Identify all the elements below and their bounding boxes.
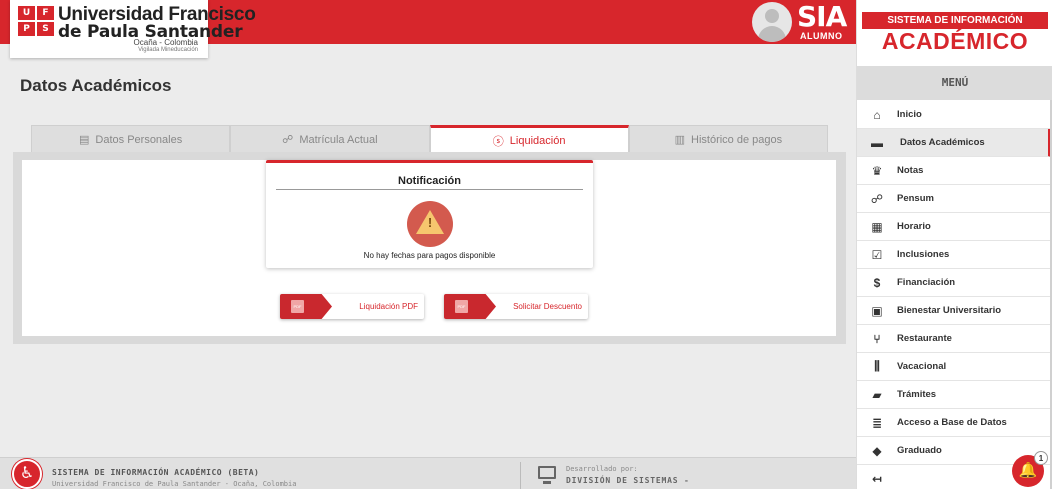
tab-label: Datos Personales: [95, 133, 183, 146]
tab-bar: ▤ Datos Personales ☍ Matrícula Actual ⓢ …: [31, 125, 828, 153]
notification-count-badge: 1: [1034, 451, 1048, 465]
warning-glyph: !: [427, 215, 433, 230]
database-icon: ≣: [871, 415, 883, 430]
sidebar-item-label: Pensum: [897, 193, 934, 204]
sidebar-item-label: Graduado: [897, 445, 942, 456]
sidebar-menu-list: ⌂ Inicio ▬ Datos Académicos ♛ Notas ☍ Pensum…: [857, 101, 1051, 489]
tab-matricula-actual[interactable]: ☍ Matrícula Actual: [230, 125, 430, 153]
logo-letter: F: [37, 6, 54, 20]
sidebar-item-label: Inicio: [897, 109, 922, 120]
sidebar-item-notas[interactable]: ♛ Notas: [857, 157, 1051, 185]
liquidacion-pdf-button[interactable]: PDF Liquidación PDF: [280, 294, 424, 319]
university-logo[interactable]: U F P S Universidad Francisco de Paula S…: [10, 0, 256, 58]
graduation-cap-icon: ◆: [872, 443, 882, 458]
sidebar-item-datos-academicos[interactable]: ▬ Datos Académicos: [857, 129, 1051, 157]
home-icon: ⌂: [873, 107, 881, 122]
button-label: Liquidación PDF: [359, 302, 418, 311]
sidebar-item-label: Inclusiones: [897, 249, 950, 260]
sidebar-item-label: Financiación: [897, 277, 956, 288]
logo-letter: S: [37, 22, 54, 36]
check-square-icon: ☑: [871, 247, 883, 262]
books-icon: ⫼: [874, 359, 880, 373]
notification-divider: [276, 189, 583, 190]
footer-title: SISTEMA DE INFORMACIÓN ACADÉMICO (BETA): [52, 468, 260, 477]
logo-vigilada: Vigilada Mineducación: [138, 47, 198, 53]
notification-card: Notificación ! No hay fechas para pagos …: [266, 160, 593, 268]
button-label: Solicitar Descuento: [513, 302, 582, 311]
dollar-circle-icon: ⓢ: [492, 135, 504, 148]
sidebar-item-label: Notas: [897, 165, 924, 176]
warning-icon: !: [407, 201, 453, 247]
logo-letter: U: [18, 6, 35, 20]
avatar-head: [765, 9, 779, 23]
footer-developed-by: Desarrollado por:: [566, 465, 638, 473]
footer-subtitle: Universidad Francisco de Paula Santander…: [52, 480, 297, 488]
tab-label: Liquidación: [509, 134, 566, 147]
sidebar-heading-big: ACADÉMICO: [881, 28, 1029, 54]
tab-label: Matrícula Actual: [299, 133, 378, 146]
sidebar-header: SISTEMA DE INFORMACIÓN ACADÉMICO: [857, 0, 1052, 66]
sidebar-item-pensum[interactable]: ☍ Pensum: [857, 185, 1051, 213]
sidebar-item-horario[interactable]: ▦ Horario: [857, 213, 1051, 241]
sidebar-item-label: Restaurante: [897, 333, 952, 344]
sidebar-item-inclusiones[interactable]: ☑ Inclusiones: [857, 241, 1051, 269]
logo-letter: P: [18, 22, 35, 36]
dollar-circle-icon: $: [873, 275, 881, 290]
accessibility-icon[interactable]: ♿: [12, 459, 42, 489]
folder-icon: ▰: [872, 387, 882, 402]
chart-icon: ▥: [674, 134, 686, 146]
calendar-icon: ▦: [871, 219, 883, 234]
sidebar-item-label: Trámites: [897, 389, 937, 400]
sidebar-item-label: Vacacional: [897, 361, 947, 372]
utensils-icon: ⑂: [873, 331, 881, 346]
card-icon: ▬: [871, 135, 883, 150]
notification-title: Notificación: [398, 175, 461, 187]
sidebar-menu-label: MENÚ: [857, 66, 1052, 100]
sitemap-icon: ☍: [870, 191, 884, 206]
avatar-body: [758, 26, 786, 42]
trophy-icon: ♛: [871, 163, 883, 178]
sidebar: SISTEMA DE INFORMACIÓN ACADÉMICO MENÚ ⌂ I…: [856, 0, 1052, 489]
sidebar-item-label: Datos Académicos: [900, 137, 985, 148]
sia-logo-title: SIA: [797, 0, 847, 33]
monitor-base: [543, 481, 551, 484]
tab-historico-pagos[interactable]: ▥ Histórico de pagos: [628, 125, 828, 153]
sidebar-item-label: Horario: [897, 221, 931, 232]
pdf-icon: PDF: [291, 300, 304, 313]
sidebar-item-bienestar[interactable]: ▣ Bienestar Universitario: [857, 297, 1051, 325]
sidebar-item-restaurante[interactable]: ⑂ Restaurante: [857, 325, 1051, 353]
briefcase-icon: ▣: [871, 303, 883, 318]
tab-liquidacion[interactable]: ⓢ Liquidación: [429, 125, 629, 153]
logout-icon: ↤: [871, 471, 883, 486]
footer-developer-name: DIVISIÓN DE SISTEMAS -: [566, 476, 690, 485]
sidebar-item-label: Acceso a Base de Datos: [897, 417, 1007, 428]
logo-location: Ocaña - Colombia: [133, 38, 198, 47]
button-flag: [280, 294, 332, 319]
button-flag: [444, 294, 496, 319]
sidebar-item-tramites[interactable]: ▰ Trámites: [857, 381, 1051, 409]
id-card-icon: ▤: [79, 134, 90, 146]
sidebar-item-base-datos[interactable]: ≣ Acceso a Base de Datos: [857, 409, 1051, 437]
page-title: Datos Académicos: [20, 76, 172, 95]
sidebar-item-inicio[interactable]: ⌂ Inicio: [857, 101, 1051, 129]
monitor-icon: [538, 466, 556, 479]
footer-divider: [520, 462, 521, 489]
ufps-logo-icon: U F P S: [18, 6, 54, 36]
sia-logo-subtitle: ALUMNO: [800, 31, 843, 41]
sidebar-item-label: Bienestar Universitario: [897, 305, 1002, 316]
pdf-icon: PDF: [455, 300, 468, 313]
user-avatar-icon[interactable]: [752, 2, 792, 42]
sidebar-heading-small: SISTEMA DE INFORMACIÓN: [862, 12, 1048, 29]
sidebar-item-financiacion[interactable]: $ Financiación: [857, 269, 1051, 297]
notification-message: No hay fechas para pagos disponible: [363, 251, 496, 260]
tab-datos-personales[interactable]: ▤ Datos Personales: [31, 125, 231, 153]
tab-label: Histórico de pagos: [691, 133, 783, 146]
solicitar-descuento-button[interactable]: PDF Solicitar Descuento: [444, 294, 588, 319]
sidebar-item-vacacional[interactable]: ⫼ Vacacional: [857, 353, 1051, 381]
sitemap-icon: ☍: [282, 134, 294, 146]
